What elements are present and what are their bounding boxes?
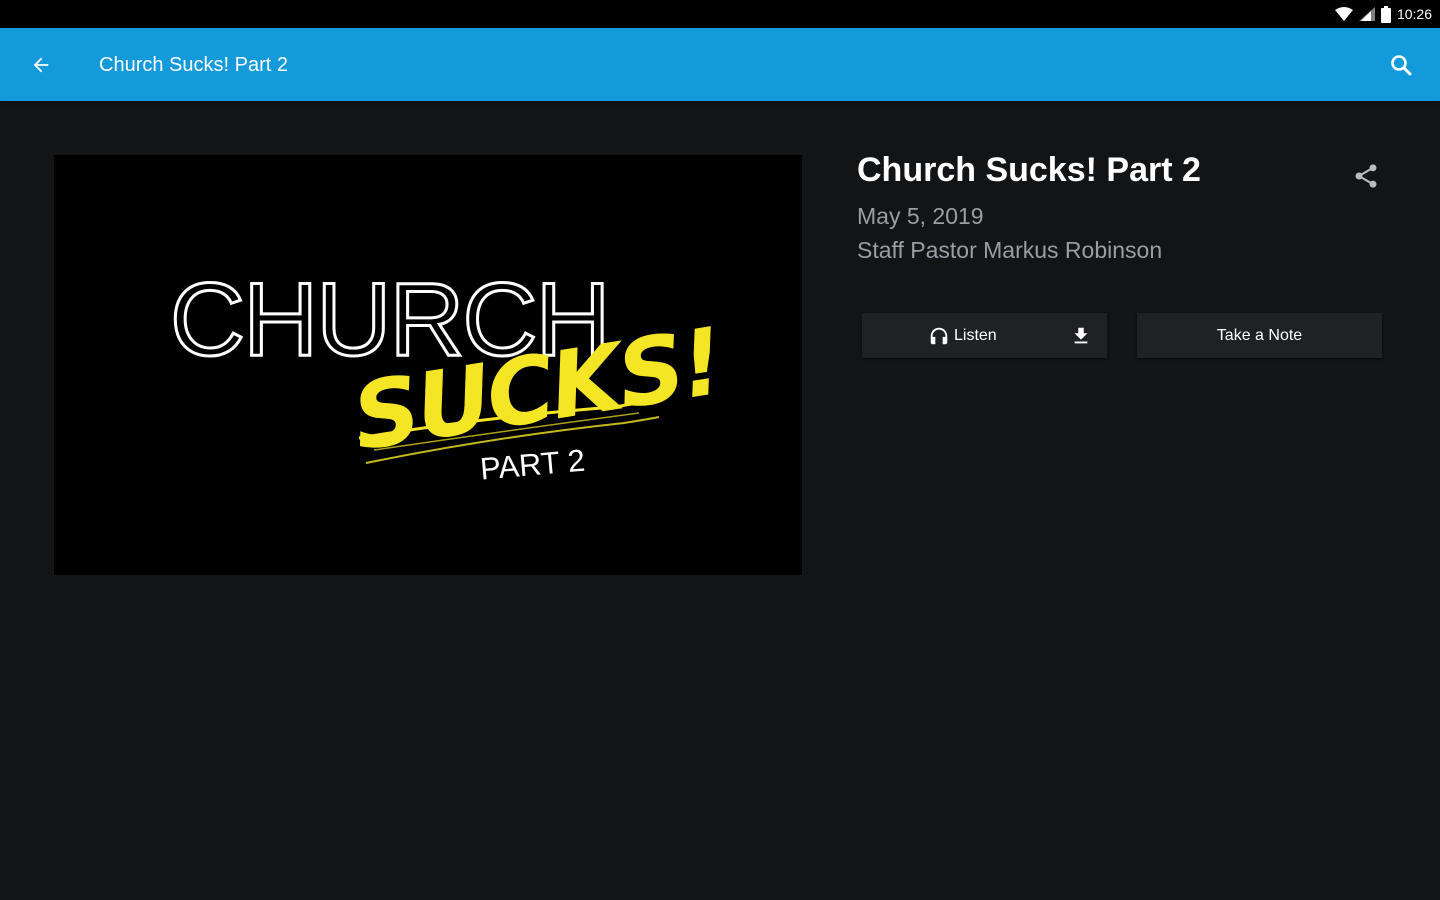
sermon-date: May 5, 2019 <box>857 203 984 229</box>
listen-label: Listen <box>954 326 997 344</box>
download-icon <box>1074 327 1088 344</box>
app-bar: Church Sucks! Part 2 <box>0 28 1440 101</box>
status-time: 10:26 <box>1396 6 1432 22</box>
battery-icon <box>1380 5 1391 23</box>
listen-button[interactable]: Listen <box>862 313 1107 358</box>
sermon-title: Church Sucks! Part 2 <box>857 151 1201 189</box>
share-icon <box>1355 164 1377 188</box>
status-bar: 10:26 <box>0 0 1440 28</box>
signal-icon <box>1358 7 1375 21</box>
search-icon <box>1391 55 1412 76</box>
download-button[interactable] <box>1067 322 1095 350</box>
app-bar-title: Church Sucks! Part 2 <box>99 54 288 76</box>
sermon-artwork: CHURCH SUCKS! PART 2 <box>54 155 802 575</box>
sermon-speaker: Staff Pastor Markus Robinson <box>857 237 1163 263</box>
wifi-icon <box>1334 7 1353 21</box>
status-icons: 10:26 <box>1334 4 1432 24</box>
listen-main[interactable]: Listen <box>928 313 997 358</box>
take-a-note-button[interactable]: Take a Note <box>1137 313 1382 358</box>
take-a-note-label: Take a Note <box>1216 326 1303 344</box>
sermon-details: Church Sucks! Part 2 May 5, 2019 Staff P… <box>857 150 1397 266</box>
headphones-icon <box>930 327 948 344</box>
search-button[interactable] <box>1382 46 1420 84</box>
artwork-graphic: CHURCH SUCKS! PART 2 <box>169 261 728 487</box>
back-button[interactable] <box>22 46 60 84</box>
share-button[interactable] <box>1348 158 1384 194</box>
arrow-left-icon <box>33 57 49 73</box>
